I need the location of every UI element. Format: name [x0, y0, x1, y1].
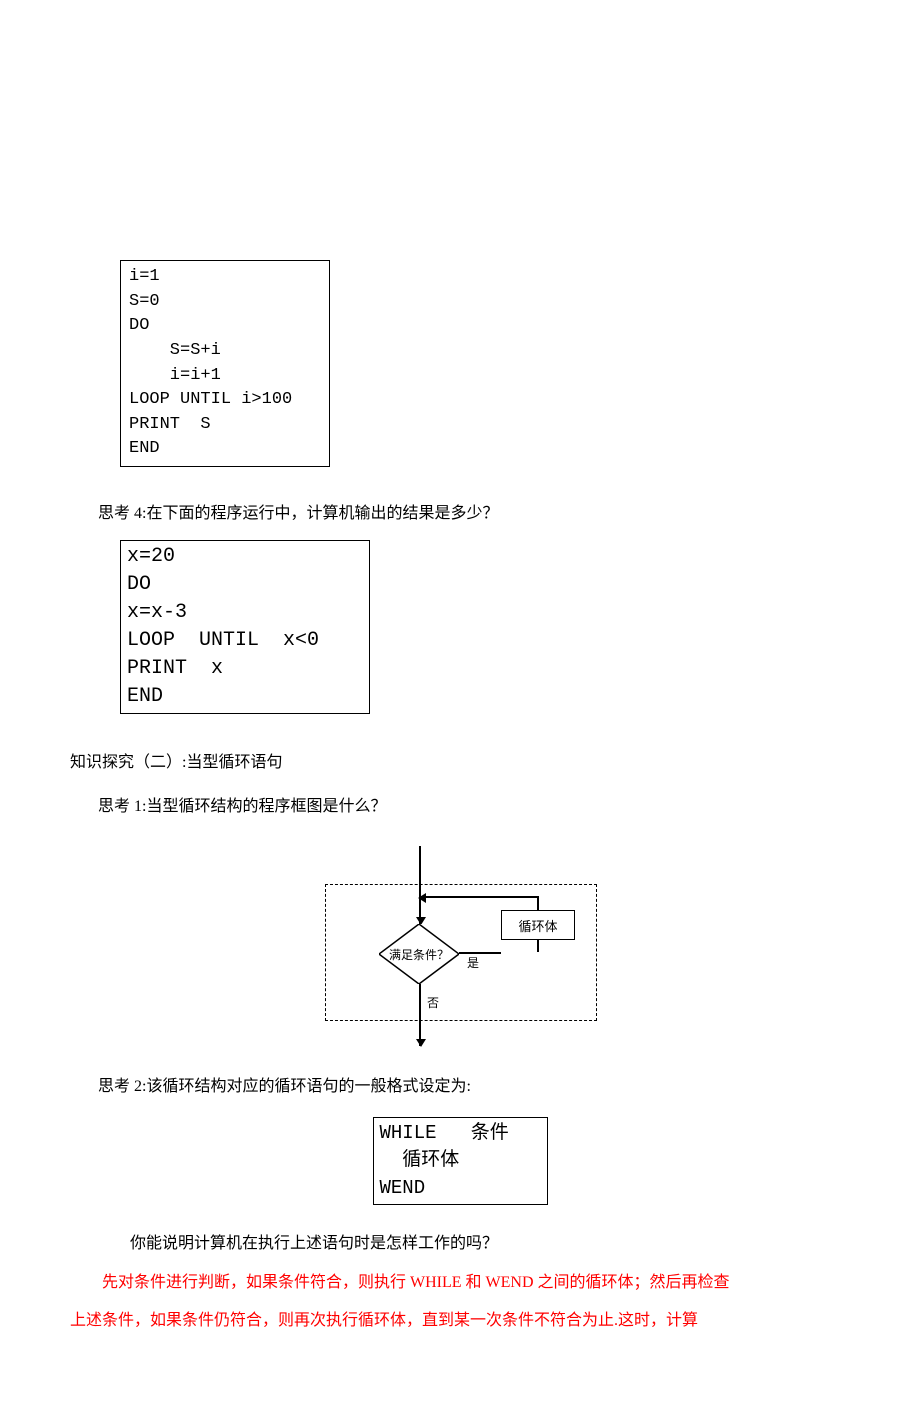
while-flowchart: 满足条件？ 是 循环体 否	[315, 846, 605, 1056]
flow-entry-line	[419, 846, 421, 924]
condition-label: 满足条件？	[379, 924, 459, 984]
yes-label: 是	[467, 954, 479, 971]
answer-line-2: 上述条件，如果条件仍符合，则再次执行循环体，直到某一次条件不符合为止.这时，计算	[70, 1302, 850, 1340]
flow-exit-line	[419, 984, 421, 1046]
page-content: i=1 S=0 DO S=S+i i=i+1 LOOP UNTIL i>100 …	[0, 0, 920, 1401]
section-heading: 知识探究（二）:当型循环语句	[70, 744, 850, 782]
code-box-do-loop-x: x=20 DO x=x-3 LOOP UNTIL x<0 PRINT x END	[120, 540, 370, 714]
no-label: 否	[427, 994, 439, 1011]
code-box-do-loop-sum: i=1 S=0 DO S=S+i i=i+1 LOOP UNTIL i>100 …	[120, 260, 330, 467]
flow-yes-line	[459, 952, 501, 954]
think4-heading: 思考 4:在下面的程序运行中，计算机输出的结果是多少？	[98, 495, 850, 533]
think2-heading: 思考 2:该循环结构对应的循环语句的一般格式设定为:	[98, 1068, 850, 1106]
loop-body-box: 循环体	[501, 910, 575, 940]
flow-back-line	[419, 896, 539, 898]
think1-heading: 思考 1:当型循环结构的程序框图是什么？	[98, 788, 850, 826]
think-exec-question: 你能说明计算机在执行上述语句时是怎样工作的吗？	[98, 1225, 850, 1263]
code-box-while-wend: WHILE 条件 循环体 WEND	[373, 1117, 548, 1206]
condition-diamond: 满足条件？	[379, 924, 459, 984]
flow-body-up-line	[537, 896, 539, 910]
flow-body-down-line	[537, 938, 539, 952]
answer-line-1: 先对条件进行判断，如果条件符合，则执行 WHILE 和 WEND 之间的循环体；…	[70, 1264, 850, 1302]
